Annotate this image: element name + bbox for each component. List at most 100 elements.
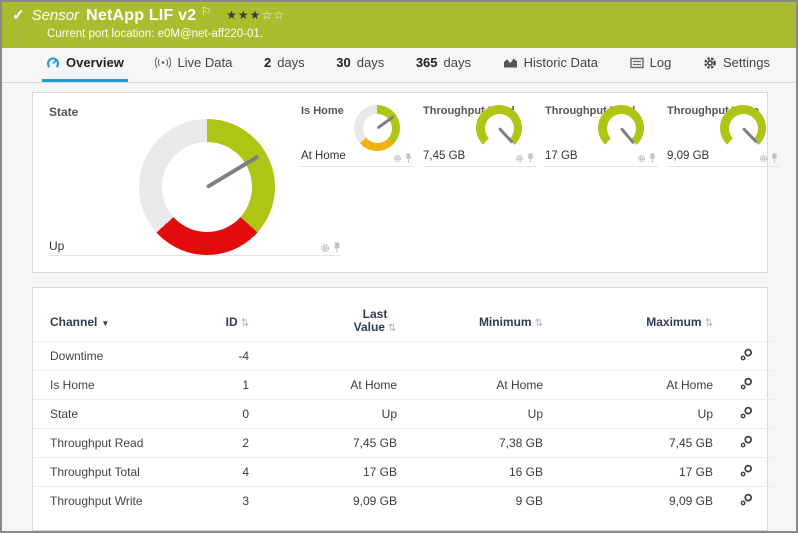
- edit-channel-icon[interactable]: [740, 464, 753, 480]
- tab-overview[interactable]: Overview: [42, 48, 128, 82]
- gauge-settings-gear-icon[interactable]: [637, 154, 646, 163]
- gauge-pin-icon[interactable]: [527, 153, 534, 163]
- throughput-write-gauge: [720, 105, 766, 151]
- table-header-row: Channel▼ ID⇅ Last Value⇅ Minimum⇅ Maximu…: [33, 308, 775, 342]
- gauge-pin-icon[interactable]: [771, 153, 778, 163]
- table-row-throughput-total: Throughput Total 4 17 GB 16 GB 17 GB: [33, 458, 775, 487]
- channels-table: Channel▼ ID⇅ Last Value⇅ Minimum⇅ Maximu…: [33, 308, 775, 516]
- tab-30-days-number: 30: [336, 55, 350, 70]
- cell-channel: Throughput Read: [33, 429, 201, 458]
- mini-gauge-value: 17 GB: [545, 150, 578, 162]
- cell-last-value: 9,09 GB: [253, 487, 401, 516]
- state-gauge-value: Up: [49, 239, 64, 253]
- priority-stars-filled: ★★★: [226, 8, 261, 22]
- tab-bar: Overview Live Data 2 days 30 days 365 da…: [2, 48, 796, 83]
- tab-historic-data[interactable]: Historic Data: [499, 48, 602, 82]
- mini-gauge-value: 7,45 GB: [423, 150, 465, 162]
- edit-channel-icon[interactable]: [740, 348, 753, 364]
- tab-30-days[interactable]: 30 days: [332, 48, 388, 82]
- cell-minimum: Up: [401, 400, 547, 429]
- sort-icon: ⇅: [388, 323, 396, 334]
- column-header-edit: [717, 308, 775, 342]
- tab-2-days-label: days: [277, 55, 304, 70]
- cell-minimum: [401, 342, 547, 371]
- sort-icon: ⇅: [535, 318, 543, 329]
- gauge-settings-gear-icon[interactable]: [393, 154, 402, 163]
- gauge-pin-icon[interactable]: [333, 242, 341, 253]
- gauge-settings-gear-icon[interactable]: [759, 154, 768, 163]
- sensor-title: NetApp LIF v2: [86, 6, 196, 26]
- edit-channel-icon[interactable]: [740, 493, 753, 509]
- edit-channel-icon[interactable]: [740, 377, 753, 393]
- tab-live-data[interactable]: Live Data: [151, 48, 236, 82]
- edit-channel-icon[interactable]: [740, 435, 753, 451]
- tab-2-days[interactable]: 2 days: [260, 48, 309, 82]
- cell-last-value: 17 GB: [253, 458, 401, 487]
- tab-365-days-label: days: [444, 55, 471, 70]
- tab-overview-label: Overview: [66, 55, 124, 70]
- cell-channel: Throughput Total: [33, 458, 201, 487]
- cell-last-value: [253, 342, 401, 371]
- cell-channel: Throughput Write: [33, 487, 201, 516]
- sensor-window: ✓ Sensor NetApp LIF v2 ⚐ ★★★☆☆ Current p…: [0, 0, 798, 533]
- sensor-subtitle: Current port location: e0M@net-aff220-01…: [12, 28, 786, 40]
- tab-2-days-number: 2: [264, 55, 271, 70]
- table-row-downtime: Downtime -4: [33, 342, 775, 371]
- priority-stars[interactable]: ★★★☆☆: [226, 5, 285, 25]
- cell-last-value: At Home: [253, 371, 401, 400]
- cell-last-value: Up: [253, 400, 401, 429]
- cell-minimum: 16 GB: [401, 458, 547, 487]
- column-header-id-label: ID: [226, 315, 238, 329]
- gauge-settings-gear-icon[interactable]: [515, 154, 524, 163]
- cell-id: 3: [201, 487, 253, 516]
- sort-desc-icon: ▼: [101, 319, 109, 328]
- column-header-minimum[interactable]: Minimum⇅: [401, 308, 547, 342]
- state-gauge-label: State: [49, 105, 78, 119]
- flag-icon[interactable]: ⚐: [201, 2, 211, 22]
- table-row-state: State 0 Up Up Up: [33, 400, 775, 429]
- cell-id: 4: [201, 458, 253, 487]
- tab-historic-data-label: Historic Data: [524, 55, 598, 70]
- cell-maximum: At Home: [547, 371, 717, 400]
- edit-channel-icon[interactable]: [740, 406, 753, 422]
- tab-settings-label: Settings: [723, 55, 770, 70]
- sensor-kind-label: Sensor: [32, 6, 80, 26]
- tab-365-days[interactable]: 365 days: [412, 48, 475, 82]
- cell-id: 0: [201, 400, 253, 429]
- cell-last-value: 7,45 GB: [253, 429, 401, 458]
- sort-icon: ⇅: [705, 318, 713, 329]
- tab-settings[interactable]: Settings: [699, 48, 774, 82]
- channels-table-panel: Channel▼ ID⇅ Last Value⇅ Minimum⇅ Maximu…: [32, 287, 768, 531]
- sort-icon: ⇅: [241, 318, 249, 329]
- mini-gauge-value: 9,09 GB: [667, 150, 709, 162]
- table-row-is-home: Is Home 1 At Home At Home At Home: [33, 371, 775, 400]
- state-gauge: [139, 119, 275, 255]
- cell-id: 1: [201, 371, 253, 400]
- cell-id: -4: [201, 342, 253, 371]
- mini-gauge-throughput-read: Throughput Read 7,45 GB: [423, 103, 536, 167]
- gauge-pin-icon[interactable]: [649, 153, 656, 163]
- tab-live-data-label: Live Data: [177, 55, 232, 70]
- gauge-pin-icon[interactable]: [405, 153, 412, 163]
- status-ok-check-icon: ✓: [12, 6, 25, 26]
- cell-id: 2: [201, 429, 253, 458]
- cell-maximum: 17 GB: [547, 458, 717, 487]
- mini-gauge-throughput-total: Throughput Total 17 GB: [545, 103, 658, 167]
- gauge-settings-gear-icon[interactable]: [320, 243, 330, 253]
- column-header-channel[interactable]: Channel ▼: [33, 308, 201, 342]
- column-header-maximum[interactable]: Maximum ⇅: [547, 308, 717, 342]
- cell-maximum: [547, 342, 717, 371]
- mini-gauge-throughput-write: Throughput Write 9,09 GB: [667, 103, 780, 167]
- throughput-total-gauge: [598, 105, 644, 151]
- tab-log-label: Log: [650, 55, 672, 70]
- cell-channel: Downtime: [33, 342, 201, 371]
- cell-channel: Is Home: [33, 371, 201, 400]
- tab-log[interactable]: Log: [626, 48, 676, 82]
- priority-stars-empty: ☆☆: [261, 8, 285, 22]
- column-header-id[interactable]: ID⇅: [201, 308, 253, 342]
- column-header-maximum-label: Maximum: [646, 315, 701, 329]
- column-header-channel-label: Channel: [50, 315, 97, 329]
- tab-365-days-number: 365: [416, 55, 438, 70]
- throughput-read-gauge: [476, 105, 522, 151]
- column-header-last-value[interactable]: Last Value⇅: [253, 308, 401, 342]
